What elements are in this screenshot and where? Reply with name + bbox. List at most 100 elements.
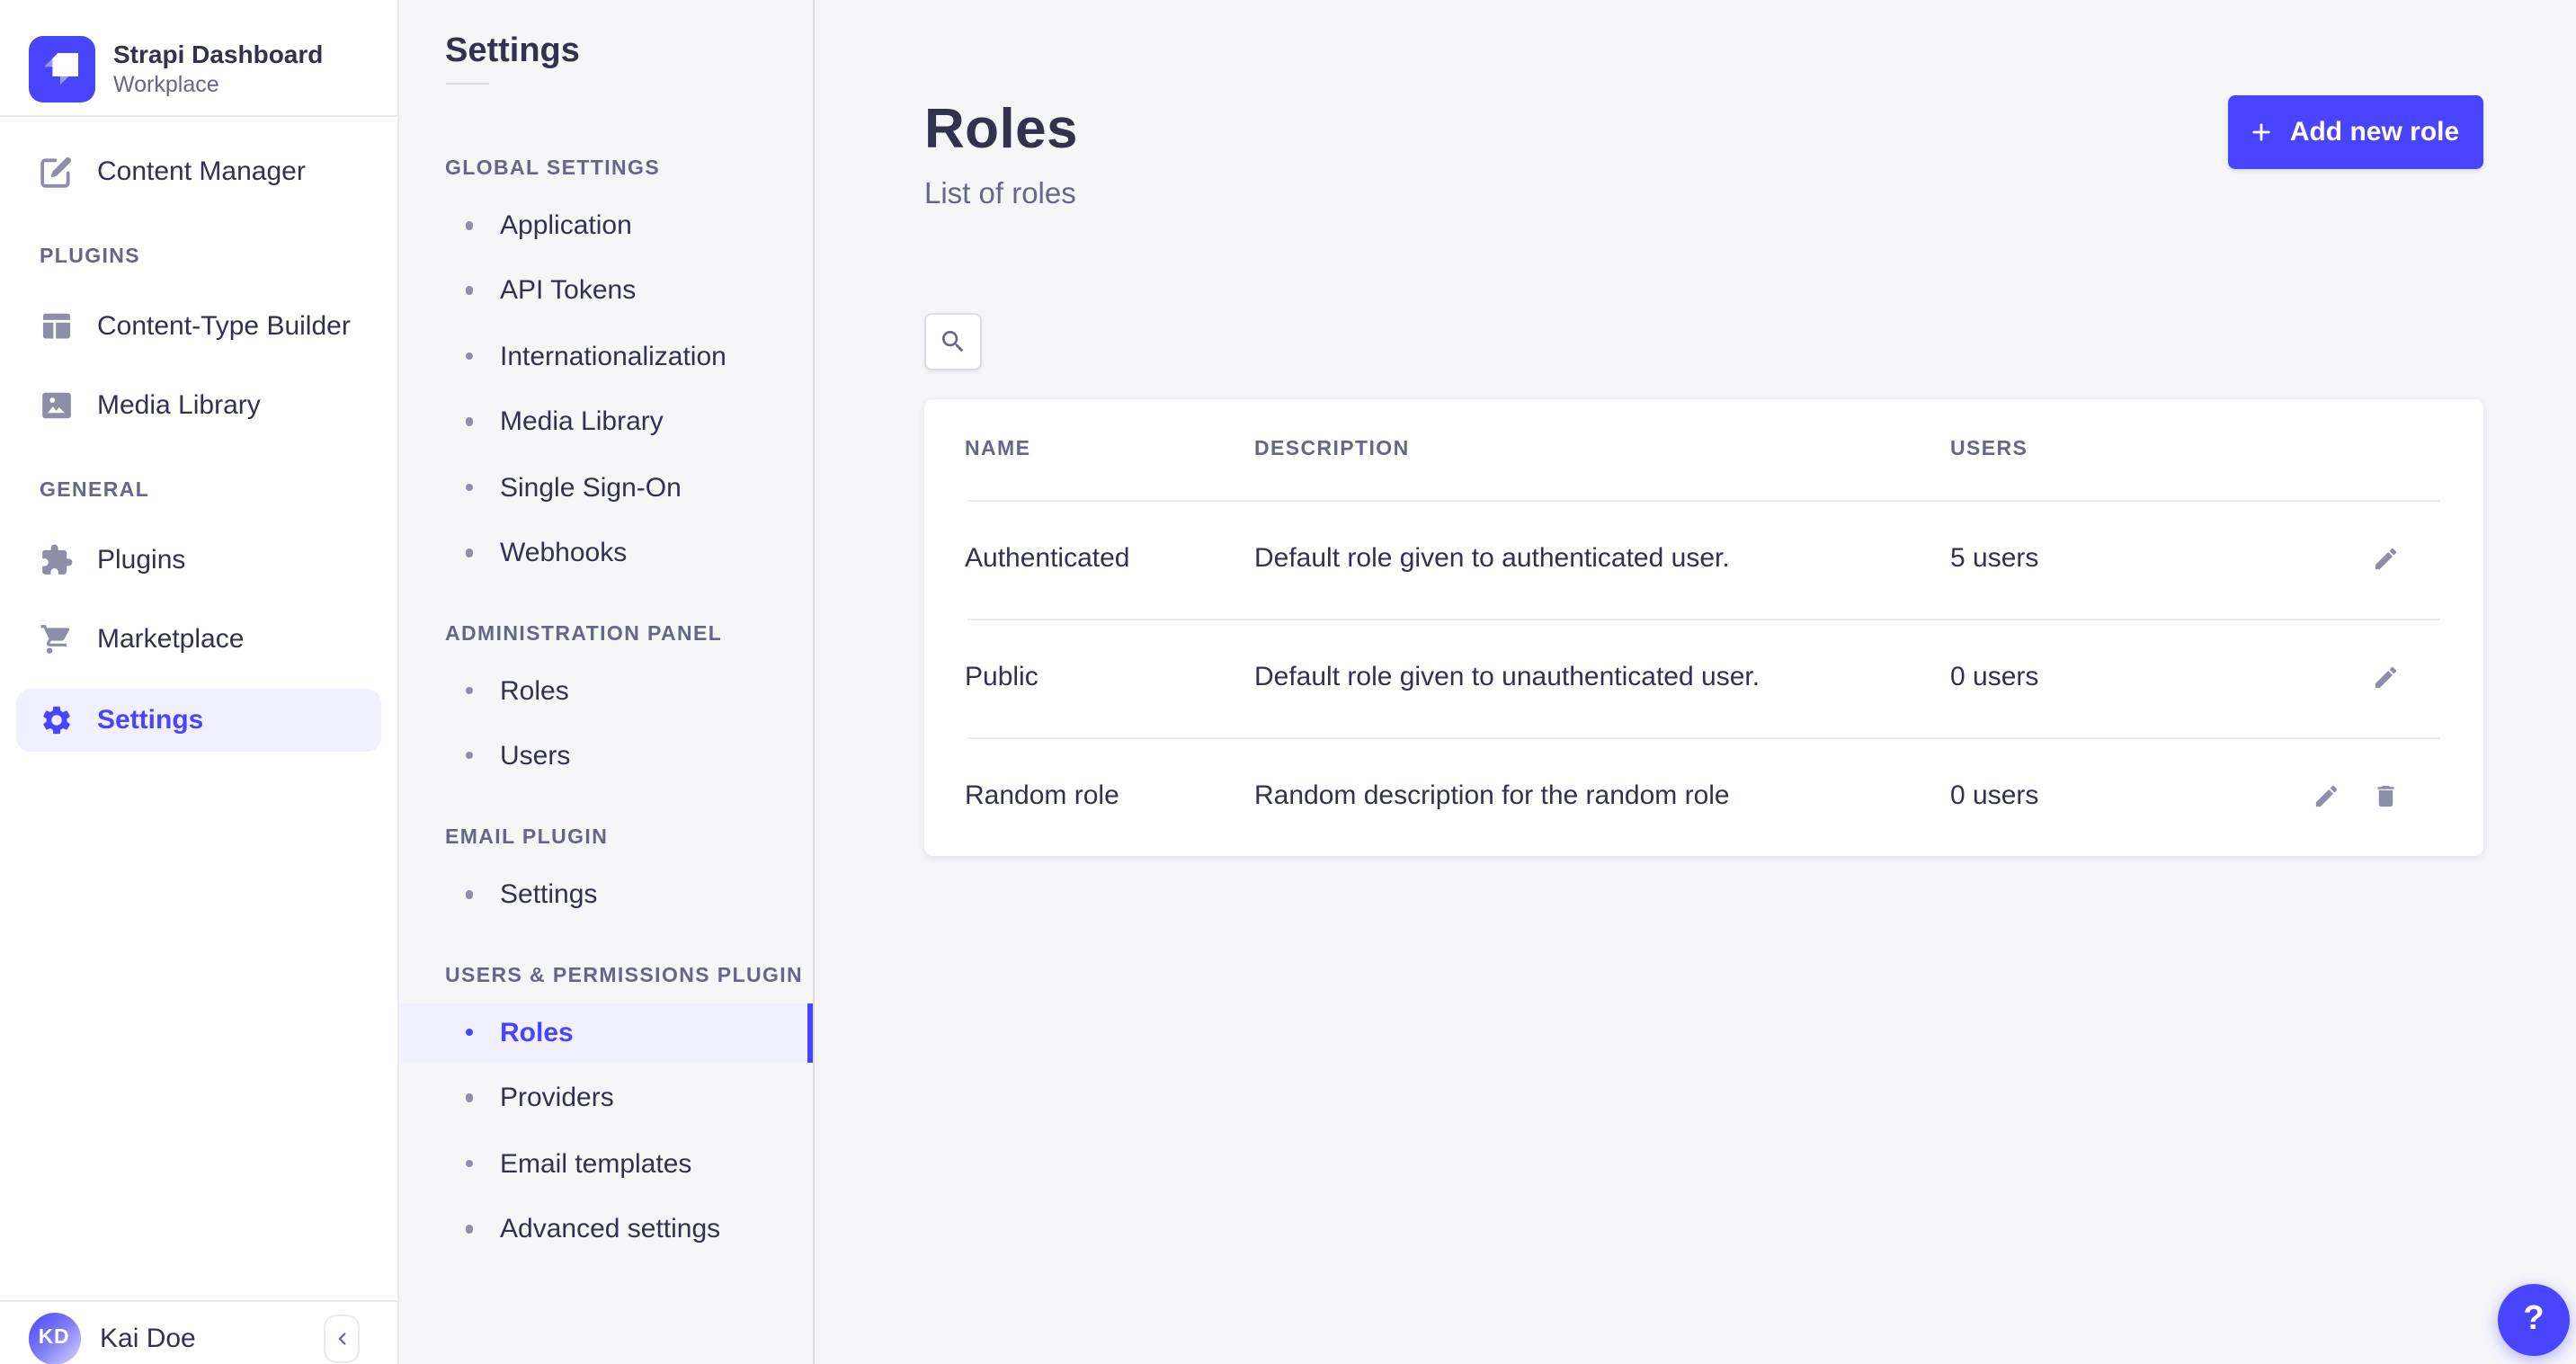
settings-nav-item-single-sign-on[interactable]: Single Sign-On <box>400 458 812 517</box>
sidebar-item-content-manager[interactable]: Content Manager <box>16 139 381 202</box>
sidebar-item-label: Plugins <box>97 545 185 575</box>
table-row-authenticated[interactable]: Authenticated Default role given to auth… <box>924 499 2482 618</box>
role-users-cell: 0 users <box>1950 780 2172 811</box>
strapi-admin-app: Strapi Dashboard Workplace Content Manag… <box>0 0 2576 1364</box>
pencil-icon <box>2313 782 2340 810</box>
sidebar-item-media-library[interactable]: Media Library <box>16 374 381 437</box>
settings-nav-item-label: Roles <box>500 1017 574 1048</box>
settings-section-users-permissions-plugin: USERS & PERMISSIONS PLUGIN <box>445 965 803 986</box>
settings-nav-item-label: Roles <box>500 675 569 706</box>
layout-icon <box>40 308 74 343</box>
sidebar-item-label: Content-Type Builder <box>97 310 351 341</box>
trash-icon <box>2371 782 2399 810</box>
sidebar-item-label: Settings <box>97 705 203 735</box>
bullet-icon <box>465 549 473 557</box>
settings-nav-item-internationalization[interactable]: Internationalization <box>400 326 812 386</box>
page-subtitle: List of roles <box>924 178 1076 212</box>
settings-nav-item-up-roles[interactable]: Roles <box>400 1003 812 1062</box>
sidebar-item-plugins[interactable]: Plugins <box>16 529 381 592</box>
settings-nav-item-admin-users[interactable]: Users <box>400 726 812 785</box>
sidebar-item-content-type-builder[interactable]: Content-Type Builder <box>16 294 381 357</box>
role-description-cell: Default role given to unauthenticated us… <box>1254 662 1950 692</box>
bullet-icon <box>465 222 473 230</box>
sidebar-section-general: GENERAL <box>40 480 149 502</box>
role-description-cell: Default role given to authenticated user… <box>1254 543 1950 574</box>
sidebar-item-label: Content Manager <box>97 156 306 186</box>
settings-nav-item-providers[interactable]: Providers <box>400 1068 812 1128</box>
search-icon <box>939 326 967 355</box>
divider <box>0 114 397 116</box>
settings-nav-item-label: Webhooks <box>500 538 627 568</box>
add-new-role-button[interactable]: Add new role <box>2227 94 2482 168</box>
avatar: KD <box>28 1312 80 1364</box>
role-name-cell: Random role <box>965 780 1254 811</box>
settings-nav-item-label: Email templates <box>500 1148 691 1179</box>
settings-nav-item-label: Internationalization <box>500 341 726 371</box>
bullet-icon <box>465 891 473 899</box>
edit-role-button[interactable] <box>2371 664 2399 691</box>
search-button[interactable] <box>924 312 982 370</box>
settings-nav-item-label: Users <box>500 740 570 771</box>
settings-section-global-settings: GLOBAL SETTINGS <box>445 157 660 179</box>
row-actions <box>2172 545 2442 573</box>
row-actions <box>2172 664 2442 691</box>
pen-icon <box>40 154 74 188</box>
settings-sidebar: Settings GLOBAL SETTINGS Application API… <box>400 0 814 1364</box>
user-menu[interactable]: KD Kai Doe <box>28 1312 196 1364</box>
settings-section-email-plugin: EMAIL PLUGIN <box>445 826 608 848</box>
settings-section-administration-panel: ADMINISTRATION PANEL <box>445 623 722 645</box>
edit-role-button[interactable] <box>2313 782 2340 810</box>
cart-icon <box>40 622 74 656</box>
sidebar-item-label: Marketplace <box>97 624 244 655</box>
column-header-name: NAME <box>965 438 1254 459</box>
divider <box>445 83 488 85</box>
sidebar-item-marketplace[interactable]: Marketplace <box>16 608 381 671</box>
image-icon <box>40 388 74 423</box>
role-users-cell: 5 users <box>1950 543 2172 574</box>
settings-nav-item-api-tokens[interactable]: API Tokens <box>400 261 812 320</box>
brand-text: Strapi Dashboard Workplace <box>113 39 323 101</box>
bullet-icon <box>465 752 473 760</box>
active-indicator-bar <box>807 1003 812 1062</box>
roles-table: NAME DESCRIPTION USERS Authenticated Def… <box>924 398 2482 855</box>
page-title: Roles <box>924 97 1078 162</box>
main-content: Roles List of roles Add new role NAME DE… <box>814 0 2576 1364</box>
divider <box>0 1300 397 1302</box>
row-actions <box>2172 782 2442 810</box>
brand-subtitle: Workplace <box>113 71 323 101</box>
bullet-icon <box>465 1029 473 1037</box>
settings-nav-item-email-templates[interactable]: Email templates <box>400 1134 812 1193</box>
strapi-logo-icon <box>29 36 95 103</box>
settings-nav-item-email-settings[interactable]: Settings <box>400 865 812 924</box>
plus-icon <box>2251 120 2274 143</box>
column-header-description: DESCRIPTION <box>1254 438 1950 459</box>
help-button[interactable]: ? <box>2498 1284 2570 1356</box>
bullet-icon <box>465 1226 473 1234</box>
settings-nav-item-label: Media Library <box>500 406 664 437</box>
collapse-sidebar-button[interactable] <box>324 1314 360 1362</box>
settings-nav-item-advanced-settings[interactable]: Advanced settings <box>400 1199 812 1259</box>
table-row-random-role[interactable]: Random role Random description for the r… <box>924 736 2482 855</box>
edit-role-button[interactable] <box>2371 545 2399 573</box>
pencil-icon <box>2371 664 2399 691</box>
settings-nav-item-admin-roles[interactable]: Roles <box>400 661 812 720</box>
table-row-public[interactable]: Public Default role given to unauthentic… <box>924 618 2482 736</box>
settings-nav-item-label: API Tokens <box>500 275 636 306</box>
brand: Strapi Dashboard Workplace <box>29 36 323 103</box>
sidebar-section-plugins: PLUGINS <box>40 246 140 268</box>
role-name-cell: Public <box>965 662 1254 692</box>
bullet-icon <box>465 287 473 295</box>
settings-nav-item-media-library[interactable]: Media Library <box>400 392 812 451</box>
settings-nav-item-label: Advanced settings <box>500 1214 720 1244</box>
role-description-cell: Random description for the random role <box>1254 780 1950 811</box>
column-header-users: USERS <box>1950 438 2172 459</box>
bullet-icon <box>465 1160 473 1168</box>
pencil-icon <box>2371 545 2399 573</box>
settings-nav-item-label: Settings <box>500 879 597 910</box>
settings-nav-title: Settings <box>445 32 580 72</box>
sidebar-item-label: Media Library <box>97 390 261 421</box>
delete-role-button[interactable] <box>2371 782 2399 810</box>
sidebar-item-settings[interactable]: Settings <box>16 689 381 752</box>
settings-nav-item-webhooks[interactable]: Webhooks <box>400 523 812 583</box>
settings-nav-item-application[interactable]: Application <box>400 196 812 255</box>
